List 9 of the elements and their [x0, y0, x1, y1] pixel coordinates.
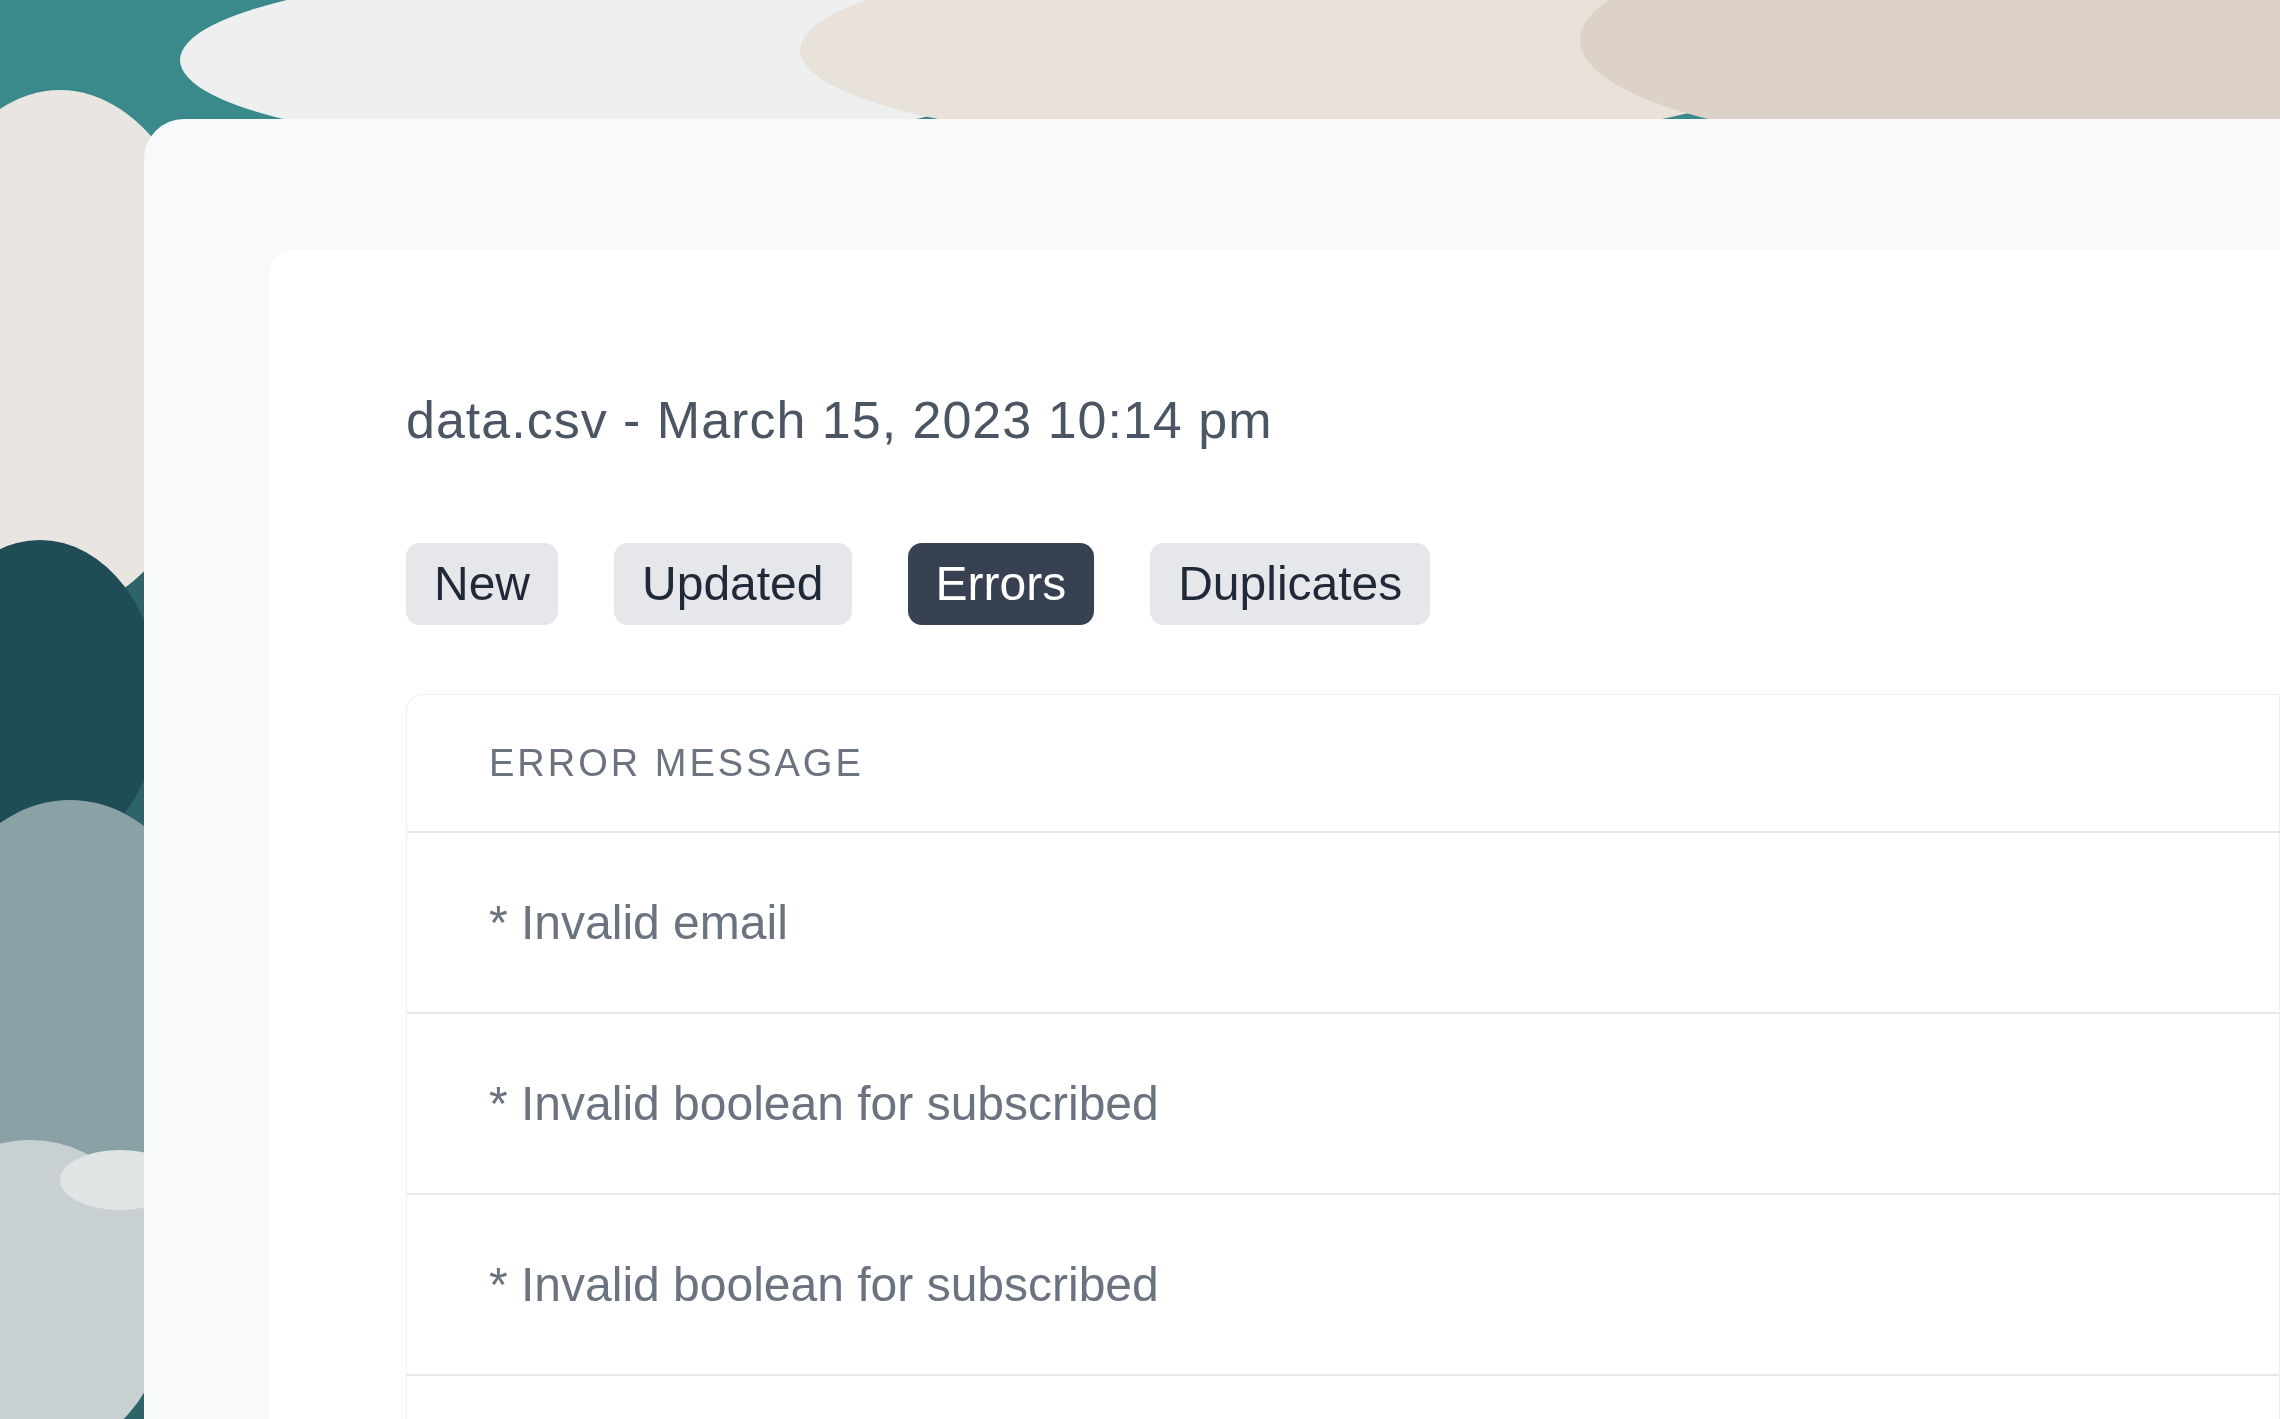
column-header: ERROR MESSAGE	[489, 740, 864, 786]
filter-tab[interactable]: Updated	[614, 543, 852, 625]
table-cell-text: * Invalid boolean for subscribed	[489, 1256, 1159, 1313]
page-title: data.csv - March 15, 2023 10:14 pm	[406, 390, 1273, 451]
table-cell-text: * Invalid boolean for subscribed	[489, 1075, 1159, 1132]
filter-tab[interactable]: New	[406, 543, 559, 625]
filter-tab[interactable]: Errors	[907, 543, 1095, 625]
filter-tab[interactable]: Duplicates	[1150, 543, 1431, 625]
table-cell-text: * Invalid email	[489, 894, 788, 951]
